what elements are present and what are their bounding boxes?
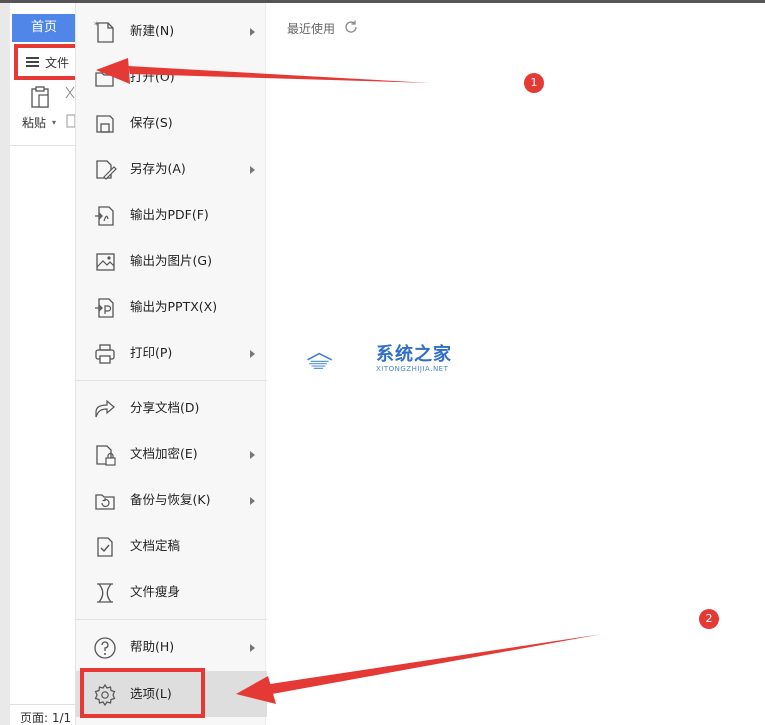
menu-item-label: 另存为(A) bbox=[130, 161, 186, 176]
menu-item-label: 打开(O) bbox=[130, 69, 175, 84]
menu-item-label: 打印(P) bbox=[130, 345, 173, 360]
menu-item-export-pdf[interactable]: 输出为PDF(F) bbox=[76, 192, 267, 238]
watermark-title: 系统之家 bbox=[376, 344, 452, 365]
watermark-subtitle: XITONGZHIJIA.NET bbox=[376, 365, 449, 373]
menu-item-label: 文档定稿 bbox=[130, 538, 181, 553]
ribbon-divider bbox=[10, 145, 76, 146]
menu-item-slim[interactable]: 文件瘦身 bbox=[76, 569, 267, 615]
status-bar-divider bbox=[10, 704, 76, 705]
menu-item-save-as[interactable]: 另存为(A) bbox=[76, 146, 267, 192]
callout-arrow-2 bbox=[236, 634, 602, 704]
encrypt-icon bbox=[96, 445, 116, 466]
svg-text:*: * bbox=[94, 21, 99, 31]
watermark-logo-icon bbox=[307, 352, 333, 369]
menu-item-export-image[interactable]: 输出为图片(G) bbox=[76, 238, 267, 284]
menu-item-finalize[interactable]: 文档定稿 bbox=[76, 523, 267, 569]
clipboard-icon[interactable] bbox=[30, 86, 50, 108]
menu-item-backup[interactable]: 备份与恢复(K) bbox=[76, 477, 267, 523]
finalize-icon bbox=[97, 537, 113, 557]
refresh-icon[interactable] bbox=[343, 19, 359, 35]
menu-item-label: 保存(S) bbox=[130, 115, 173, 130]
tab-home[interactable]: 首页 bbox=[12, 14, 76, 42]
menu-item-label: 文档加密(E) bbox=[130, 446, 198, 461]
menu-item-print[interactable]: 打印(P) bbox=[76, 330, 267, 376]
backup-icon bbox=[95, 494, 115, 510]
menu-item-share[interactable]: 分享文档(D) bbox=[76, 385, 267, 431]
chevron-down-icon[interactable]: ▾ bbox=[52, 118, 56, 127]
paste-button-label[interactable]: 粘贴 bbox=[22, 114, 46, 131]
save-as-icon bbox=[96, 160, 117, 180]
menu-item-label: 文件瘦身 bbox=[130, 584, 181, 599]
file-menu-panel: * 新建(N) 打开(O) 保存(S) 另存为(A) 输出为PDF(F) 输出为… bbox=[75, 3, 267, 725]
submenu-arrow-icon bbox=[250, 166, 255, 174]
new-doc-icon: * bbox=[94, 21, 114, 43]
menu-item-save[interactable]: 保存(S) bbox=[76, 100, 267, 146]
menu-divider bbox=[76, 619, 267, 620]
print-icon bbox=[95, 344, 115, 364]
menu-item-label: 帮助(H) bbox=[130, 639, 175, 654]
menu-divider bbox=[76, 380, 267, 381]
menu-item-label: 分享文档(D) bbox=[130, 400, 200, 415]
export-pdf-icon bbox=[95, 206, 114, 226]
window-left-edge bbox=[0, 3, 10, 725]
menu-item-encrypt[interactable]: 文档加密(E) bbox=[76, 431, 267, 477]
callout-badge-2: 2 bbox=[699, 609, 719, 629]
menu-item-label: 输出为图片(G) bbox=[130, 253, 212, 268]
menu-item-new[interactable]: * 新建(N) bbox=[76, 8, 267, 54]
save-icon bbox=[96, 115, 114, 133]
menu-item-label: 备份与恢复(K) bbox=[130, 492, 211, 507]
callout-badge-1: 1 bbox=[524, 73, 544, 93]
menu-item-export-pptx[interactable]: 输出为PPTX(X) bbox=[76, 284, 267, 330]
share-icon bbox=[95, 399, 115, 418]
help-icon bbox=[94, 637, 116, 659]
menu-item-label: 输出为PPTX(X) bbox=[130, 299, 218, 314]
menu-item-help[interactable]: 帮助(H) bbox=[76, 624, 267, 670]
highlight-box-options bbox=[80, 668, 205, 718]
page-indicator: 页面: 1/1 bbox=[20, 711, 72, 725]
submenu-arrow-icon bbox=[250, 350, 255, 358]
open-folder-icon bbox=[95, 72, 114, 87]
submenu-arrow-icon bbox=[250, 451, 255, 459]
submenu-arrow-icon bbox=[250, 28, 255, 36]
highlight-box-file-button bbox=[14, 44, 80, 80]
slim-icon bbox=[97, 583, 113, 603]
submenu-arrow-icon bbox=[250, 497, 255, 505]
export-pptx-icon bbox=[95, 298, 114, 318]
menu-item-label: 输出为PDF(F) bbox=[130, 207, 209, 222]
menu-item-open[interactable]: 打开(O) bbox=[76, 54, 267, 100]
recent-files-heading: 最近使用 bbox=[287, 22, 336, 36]
submenu-arrow-icon bbox=[250, 644, 255, 652]
menu-item-label: 新建(N) bbox=[130, 23, 175, 38]
export-image-icon bbox=[96, 253, 115, 271]
